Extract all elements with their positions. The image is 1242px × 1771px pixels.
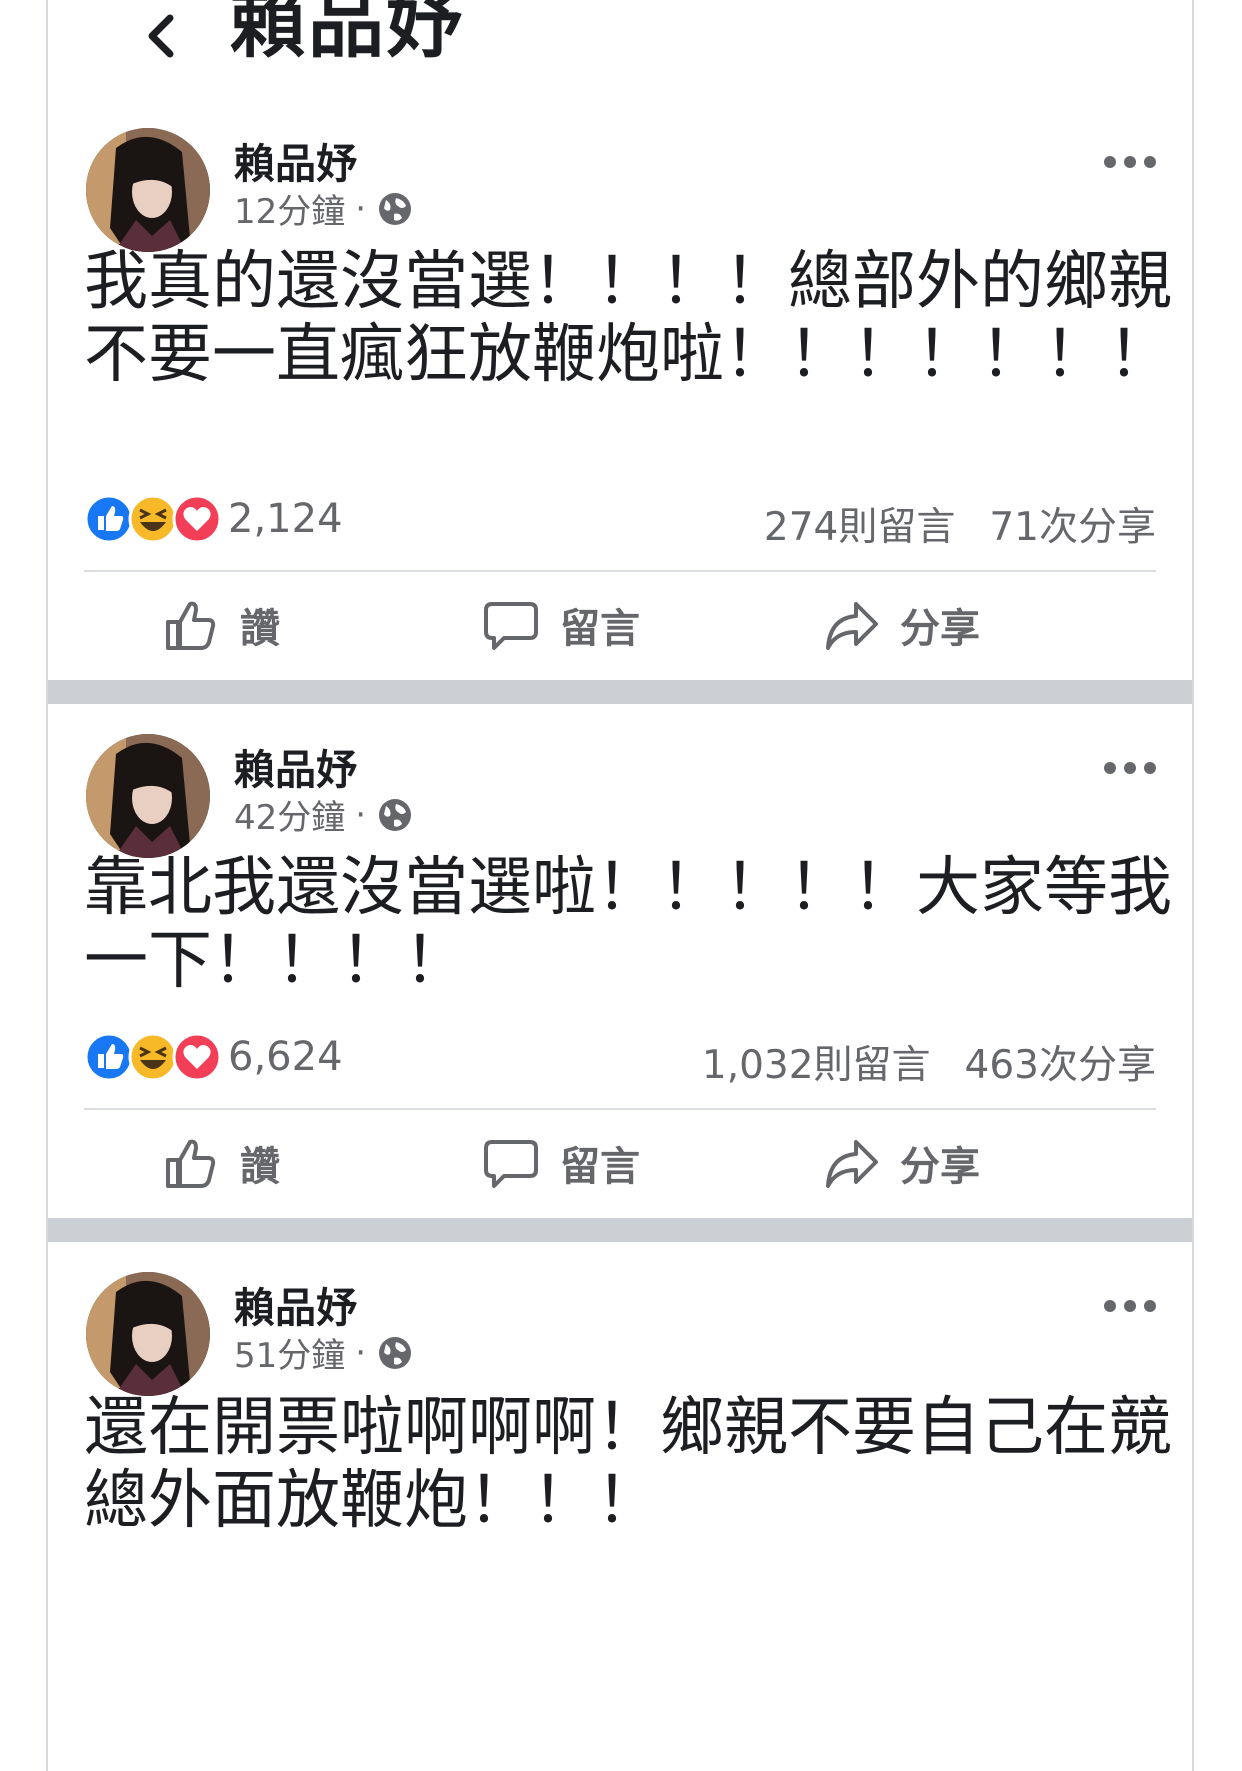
reactions-summary[interactable]: 6,624 — [84, 1032, 343, 1082]
share-arrow-icon — [826, 1140, 878, 1188]
author-name[interactable]: 賴品妤 — [234, 130, 357, 190]
like-button[interactable]: 讚 — [162, 596, 280, 654]
like-reaction-icon — [84, 1032, 134, 1082]
divider — [84, 1108, 1156, 1110]
post-card: 賴品妤 42分鐘 · 靠北我還沒當選啦！！！！！大家等我一下！！！！ 6,624… — [48, 704, 1192, 1218]
more-options-icon[interactable] — [1102, 758, 1158, 778]
meta-dot: · — [355, 1332, 367, 1373]
reaction-icons — [84, 494, 224, 544]
reaction-count: 2,124 — [228, 496, 343, 542]
back-arrow-icon[interactable] — [136, 6, 186, 66]
post-time[interactable]: 42分鐘 — [234, 790, 345, 839]
engagement-counts: 274則留言 71次分享 — [764, 496, 1156, 552]
share-count[interactable]: 463次分享 — [965, 1034, 1156, 1090]
avatar-image — [86, 128, 210, 252]
reaction-icons — [84, 1032, 224, 1082]
divider — [84, 570, 1156, 572]
comment-button[interactable]: 留言 — [482, 596, 640, 654]
comment-label: 留言 — [560, 1144, 640, 1190]
share-label: 分享 — [900, 1144, 980, 1190]
love-reaction-icon — [172, 1032, 222, 1082]
globe-icon — [379, 1336, 412, 1369]
reactions-summary[interactable]: 2,124 — [84, 494, 343, 544]
globe-icon — [379, 192, 412, 225]
share-button[interactable]: 分享 — [822, 596, 980, 654]
like-button[interactable]: 讚 — [162, 1134, 280, 1192]
post-separator — [48, 1218, 1192, 1242]
author-name[interactable]: 賴品妤 — [234, 736, 357, 796]
share-arrow-icon — [826, 602, 878, 650]
meta-dot: · — [355, 794, 367, 835]
post-meta: 12分鐘 · — [234, 184, 414, 233]
feed-frame: 賴品妤 賴品妤 12分鐘 · 我真的還沒當選！！！！總部外的鄉親不要一直瘋狂放鞭… — [46, 0, 1194, 1771]
avatar[interactable] — [86, 128, 210, 252]
love-reaction-icon — [172, 494, 222, 544]
meta-dot: · — [355, 188, 367, 229]
post-text: 我真的還沒當選！！！！總部外的鄉親不要一直瘋狂放鞭炮啦！！！！！！！ — [84, 245, 1172, 392]
avatar[interactable] — [86, 734, 210, 858]
post-time[interactable]: 12分鐘 — [234, 184, 345, 233]
like-label: 讚 — [240, 606, 280, 652]
share-button[interactable]: 分享 — [822, 1134, 980, 1192]
post-card: 賴品妤 51分鐘 · 還在開票啦啊啊啊！鄉親不要自己在競總外面放鞭炮！！！ — [48, 1242, 1192, 1771]
author-name[interactable]: 賴品妤 — [234, 1274, 357, 1334]
globe-icon — [379, 798, 412, 831]
top-bar: 賴品妤 — [48, 0, 1192, 100]
comment-bubble-icon — [484, 602, 538, 650]
share-count[interactable]: 71次分享 — [989, 496, 1156, 552]
comment-count[interactable]: 1,032則留言 — [702, 1034, 931, 1090]
post-time[interactable]: 51分鐘 — [234, 1328, 345, 1377]
haha-reaction-icon — [128, 494, 178, 544]
comment-bubble-icon — [484, 1140, 538, 1188]
like-reaction-icon — [84, 494, 134, 544]
more-options-icon[interactable] — [1102, 1296, 1158, 1316]
haha-reaction-icon — [128, 1032, 178, 1082]
avatar-image — [86, 1272, 210, 1396]
avatar[interactable] — [86, 1272, 210, 1396]
comment-count[interactable]: 274則留言 — [764, 496, 955, 552]
post-separator — [48, 680, 1192, 704]
reaction-count: 6,624 — [228, 1034, 343, 1080]
post-card: 賴品妤 12分鐘 · 我真的還沒當選！！！！總部外的鄉親不要一直瘋狂放鞭炮啦！！… — [48, 100, 1192, 680]
thumbs-up-icon — [166, 601, 216, 650]
share-label: 分享 — [900, 606, 980, 652]
engagement-counts: 1,032則留言 463次分享 — [702, 1034, 1156, 1090]
thumbs-up-icon — [166, 1139, 216, 1188]
like-label: 讚 — [240, 1144, 280, 1190]
post-text: 還在開票啦啊啊啊！鄉親不要自己在競總外面放鞭炮！！！ — [84, 1391, 1172, 1538]
avatar-image — [86, 734, 210, 858]
more-options-icon[interactable] — [1102, 152, 1158, 172]
comment-label: 留言 — [560, 606, 640, 652]
post-text: 靠北我還沒當選啦！！！！！大家等我一下！！！！ — [84, 851, 1172, 998]
post-meta: 42分鐘 · — [234, 790, 414, 839]
post-meta: 51分鐘 · — [234, 1328, 414, 1377]
comment-button[interactable]: 留言 — [482, 1134, 640, 1192]
page-title: 賴品妤 — [230, 0, 464, 68]
